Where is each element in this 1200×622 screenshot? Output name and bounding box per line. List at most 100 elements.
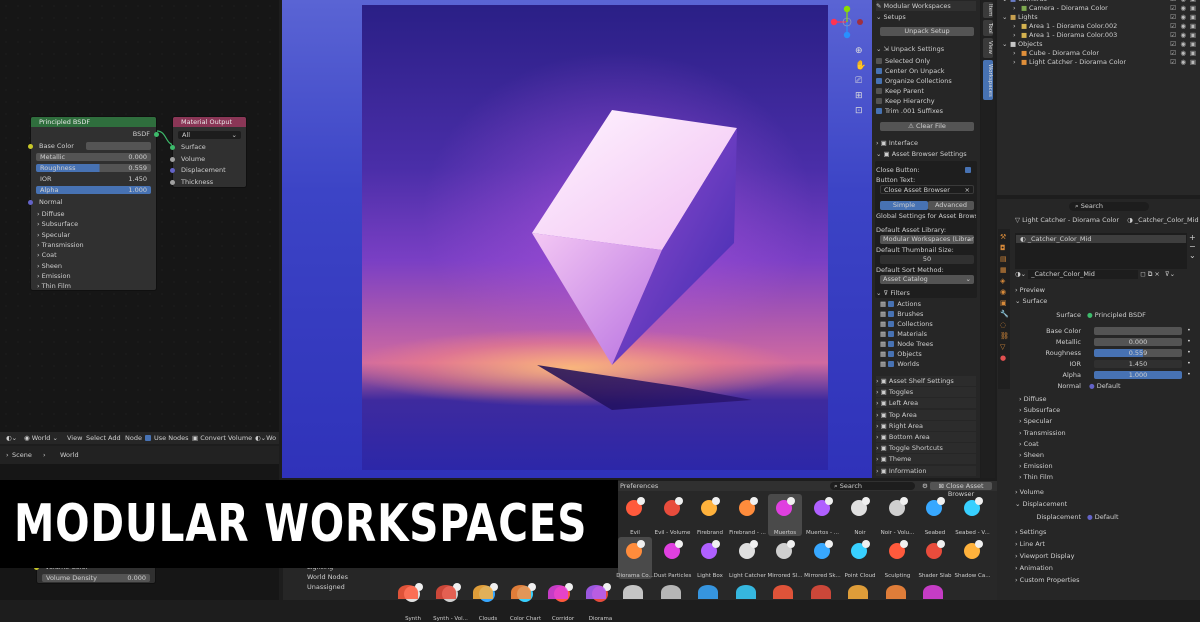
node-editor[interactable]: Principled BSDF BSDF Base Color Metallic… <box>0 0 279 432</box>
asset-tile[interactable]: Firebrand <box>693 494 727 536</box>
world-select[interactable]: ◉ World ⌄ <box>24 432 58 444</box>
convert-volume-button[interactable]: ▣ Convert Volume <box>192 432 252 444</box>
material-panel[interactable]: › Diffuse <box>1019 394 1046 404</box>
filters-section[interactable]: Filters <box>890 289 909 297</box>
asset-thumbnail-icon[interactable] <box>810 585 831 599</box>
node-panel[interactable]: › Thin Film <box>31 281 156 291</box>
remove-icon[interactable]: − <box>1189 242 1196 251</box>
unpack-setup-button[interactable]: Unpack Setup <box>880 27 974 36</box>
checkbox[interactable] <box>876 78 882 84</box>
outliner-row[interactable]: › ■ Area 1 - Diorama Color.003 ☑ ◉ ▣ <box>997 31 1200 40</box>
asset-tile[interactable]: Light Catcher <box>729 537 766 579</box>
checkbox[interactable] <box>876 108 882 114</box>
menu-node[interactable]: Node <box>125 432 142 444</box>
properties-section[interactable]: › Settings <box>1015 527 1046 537</box>
eye-icon[interactable]: ◉ <box>1180 13 1186 22</box>
material-panel[interactable]: › Emission <box>1019 461 1053 471</box>
alpha-field[interactable]: Alpha 1.000 <box>36 186 151 194</box>
asset-tile[interactable]: Evil <box>618 494 652 536</box>
asset-tile[interactable]: Evil - Volume <box>655 494 690 536</box>
output-icon[interactable]: ▤ <box>1000 254 1010 265</box>
setups-section[interactable]: Setups <box>884 13 906 21</box>
fake-user-icon[interactable]: ◻ ⧉ × <box>1138 270 1160 278</box>
material-tab-icon[interactable]: ● <box>1000 353 1010 364</box>
roughness-field[interactable]: 0.559 <box>1094 349 1182 357</box>
asset-tile[interactable]: Mirrored Sl... <box>768 537 802 579</box>
node-panel[interactable]: › Diffuse <box>31 209 156 219</box>
render-icon[interactable]: ◘ <box>1000 243 1010 254</box>
asset-tile[interactable]: Muertos <box>768 494 802 536</box>
asset-thumbnail-icon[interactable] <box>848 585 868 599</box>
default-library-select[interactable]: Modular Workspaces (Library) ⌄ <box>880 235 974 244</box>
normal-link[interactable]: ● Default <box>1089 381 1121 391</box>
settings-gear-icon[interactable]: ⚙ <box>922 482 928 490</box>
asset-thumbnail-icon[interactable] <box>623 585 643 599</box>
outliner-row[interactable]: › ■ Camera - Diorama Color ☑ ◉ ▣ <box>997 4 1200 13</box>
principled-bsdf-node[interactable]: Principled BSDF BSDF Base Color Metallic… <box>28 116 159 291</box>
asset-tile[interactable]: Sculpting <box>881 537 915 579</box>
unpack-option[interactable]: Selected Only <box>876 56 976 66</box>
surface-section[interactable]: Surface <box>1023 297 1048 305</box>
chevron-down-icon[interactable]: ⌄ ⊽ <box>876 289 890 297</box>
material-output-node[interactable]: Material Output All ⌄ Surface Volume Displa… <box>170 116 247 188</box>
camera-view-icon[interactable]: ⎚ <box>855 74 866 89</box>
asset-tile[interactable]: Light Box <box>693 537 727 579</box>
object-icon[interactable]: ▣ <box>1000 298 1010 309</box>
editor-type-icon[interactable]: ◐⌄ <box>6 432 17 444</box>
properties-section[interactable]: › Line Art <box>1015 539 1045 549</box>
checkbox[interactable] <box>876 68 882 74</box>
thumbnail-size-field[interactable]: 50 <box>880 255 974 264</box>
node-panel[interactable]: › Subsurface <box>31 219 156 229</box>
filter-item[interactable]: ▦ Node Trees <box>876 339 976 349</box>
filter-item[interactable]: ▦ Brushes <box>876 309 976 319</box>
checkbox-icon[interactable]: ☑ <box>1170 31 1176 40</box>
filter-item[interactable]: ▦ Collections <box>876 319 976 329</box>
displacement-link[interactable]: ● Default <box>1087 512 1119 522</box>
tab-advanced[interactable]: Advanced <box>928 201 974 210</box>
asset-thumbnail-icon[interactable] <box>773 585 793 599</box>
checkbox[interactable] <box>888 341 895 347</box>
camera-icon[interactable]: ▣ <box>1190 49 1196 58</box>
input-socket[interactable] <box>170 168 175 173</box>
asset-tile[interactable]: Firebrand - ... <box>729 494 766 536</box>
asset-thumbnail-icon[interactable] <box>735 585 756 599</box>
checkbox[interactable] <box>888 321 895 327</box>
asset-thumbnail-icon[interactable] <box>885 585 906 599</box>
clear-icon[interactable]: × <box>965 186 970 193</box>
input-socket[interactable] <box>170 179 175 185</box>
menu-add[interactable]: Add <box>108 432 121 444</box>
camera-icon[interactable]: ▣ <box>1190 58 1196 67</box>
asset-tile[interactable]: Seabed - V... <box>955 494 990 536</box>
lock-icon[interactable]: ⊡ <box>855 104 866 119</box>
tab-workspaces[interactable]: Workspaces <box>983 60 993 100</box>
asset-thumbnail-icon[interactable] <box>510 585 531 599</box>
world-icon[interactable]: ◉ <box>1000 287 1010 298</box>
zoom-icon[interactable]: ⊕ <box>855 44 866 59</box>
asset-thumbnail-icon[interactable] <box>398 585 418 599</box>
filter-item[interactable]: ▦ Materials <box>876 329 976 339</box>
material-panel[interactable]: › Subsurface <box>1019 405 1060 415</box>
material-panel[interactable]: › Coat <box>1019 439 1039 449</box>
filter-item[interactable]: ▦ Worlds <box>876 359 976 369</box>
preview-section[interactable]: Preview <box>1020 286 1045 294</box>
breadcrumb-world[interactable]: World <box>60 451 79 459</box>
unpack-option[interactable]: Keep Hierarchy <box>876 96 976 106</box>
asset-thumbnail-icon[interactable] <box>585 585 606 599</box>
checkbox[interactable] <box>888 301 895 307</box>
view-layer-icon[interactable]: ▦ <box>1000 265 1010 276</box>
properties-section[interactable]: › Viewport Display <box>1015 551 1074 561</box>
clear-file-button[interactable]: ⚠ Clear File <box>880 122 974 131</box>
unpack-option[interactable]: Keep Parent <box>876 86 976 96</box>
world-shading-select[interactable]: ◐⌄Wo <box>255 432 276 444</box>
asset-tile[interactable]: Shader Slab <box>918 537 952 579</box>
outliner-row[interactable]: › ■ Light Catcher - Diorama Color ☑ ◉ ▣ <box>997 58 1200 67</box>
menu-select[interactable]: Select <box>86 432 106 444</box>
asset-tile[interactable]: Point Cloud <box>843 537 877 579</box>
close-asset-browser-button[interactable]: ⊠ Close Asset Browser <box>930 482 992 498</box>
camera-icon[interactable]: ▣ <box>1190 22 1196 31</box>
unpack-option[interactable]: Trim .001 Suffixes <box>876 106 976 116</box>
sidebar-section[interactable]: › ▣ Top Area <box>876 409 976 420</box>
3d-viewport[interactable]: ⊕ ✋ ⎚ ⊞ ⊡ <box>282 0 872 478</box>
chevron-down-icon[interactable]: ⌄ ⇲ <box>876 45 891 53</box>
chevron-down-icon[interactable]: ⌄ <box>876 13 884 21</box>
